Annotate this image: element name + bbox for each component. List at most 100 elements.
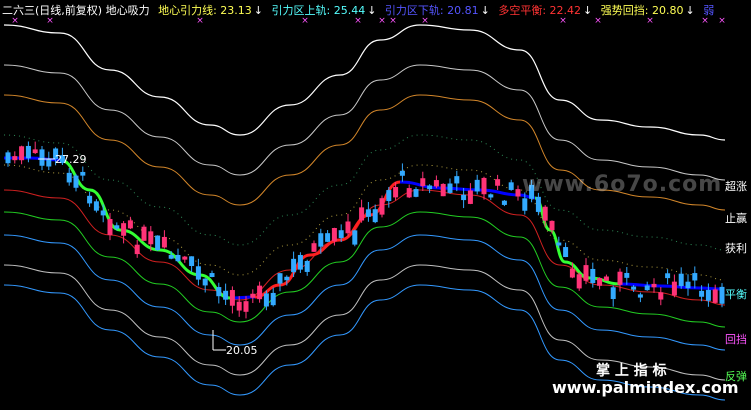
candle-body <box>12 156 18 161</box>
indicator-legend: 二六三(日线,前复权) 地心吸力 地心引力线: 23.13 ↓ 引力区上轨: 25… <box>2 4 719 18</box>
candle-body <box>692 273 698 281</box>
legend-item-lower-band: 引力区下轨: 20.81 ↓ <box>384 4 490 17</box>
candle-body <box>223 290 229 300</box>
candle-body <box>515 189 521 197</box>
candlestick-chart[interactable]: × × × × × × × × × × × × × 27.2920.05 <box>0 0 751 410</box>
candle-body <box>508 182 514 190</box>
candle-body <box>535 196 541 212</box>
candle-body <box>678 273 684 287</box>
candle-body <box>481 177 487 195</box>
candle-body <box>406 188 412 198</box>
candle-body <box>556 242 562 246</box>
band-red <box>3 189 726 306</box>
candle-body <box>569 268 575 278</box>
candle-body <box>671 281 677 296</box>
candle-body <box>243 301 249 312</box>
candle-body <box>161 236 167 248</box>
candle-body <box>93 201 99 211</box>
candle-body <box>665 273 671 279</box>
candle-body <box>311 243 317 252</box>
candle-body <box>699 290 705 297</box>
candle-body <box>25 145 31 159</box>
candle-body <box>576 274 582 289</box>
candle-body <box>229 290 235 306</box>
candle-body <box>189 256 195 266</box>
candle-body <box>277 273 283 284</box>
watermark-url: www.palmindex.com <box>552 378 739 397</box>
candle-body <box>617 271 623 285</box>
band-top-2 <box>3 64 726 181</box>
watermark-top: www.6o7o.com <box>522 172 723 197</box>
candle-body <box>134 244 140 255</box>
candle-body <box>467 190 473 204</box>
candle-body <box>637 294 643 298</box>
candles <box>5 141 725 319</box>
legend-item-pullback: 强势回挡: 20.80 ↓ <box>600 4 695 17</box>
candle-body <box>712 289 718 303</box>
candle-body <box>284 276 290 281</box>
candle-body <box>19 146 25 161</box>
candle-body <box>325 233 331 242</box>
label-profit: 获利 <box>725 242 747 255</box>
candle-body <box>5 152 11 164</box>
candle-body <box>563 247 569 257</box>
label-pullback: 回挡 <box>725 333 747 346</box>
candle-body <box>393 186 399 198</box>
candle-body <box>175 254 181 262</box>
candle-body <box>304 260 310 272</box>
candle-body <box>461 194 467 201</box>
candle-body <box>433 180 439 187</box>
candle-body <box>46 159 52 167</box>
candle-body <box>168 255 174 259</box>
candle-body <box>236 301 242 311</box>
candle-body <box>87 195 93 204</box>
label-balance: 平衡 <box>725 288 747 301</box>
candle-body <box>590 268 596 284</box>
candle-body <box>263 293 269 307</box>
candle-body <box>359 207 365 221</box>
candle-body <box>427 185 433 190</box>
candle-body <box>399 170 405 176</box>
candle-body <box>386 190 392 202</box>
candle-body <box>155 235 161 251</box>
candle-body <box>719 286 725 304</box>
candle-body <box>631 286 637 290</box>
candle-body <box>372 209 378 223</box>
candle-body <box>454 176 460 184</box>
candle-body <box>338 230 344 239</box>
candle-body <box>705 289 711 301</box>
candle-body <box>148 231 154 245</box>
candle-body <box>542 206 548 221</box>
band-blue <box>3 234 726 351</box>
candle-body <box>80 171 86 176</box>
candle-body <box>216 287 222 297</box>
candle-body <box>66 172 72 183</box>
candle-body <box>352 230 358 245</box>
candle-body <box>420 178 426 187</box>
chart-title: 二六三(日线,前复权) 地心吸力 <box>2 4 150 17</box>
high-label: 27.29 <box>55 153 87 166</box>
band-outer-top <box>3 24 726 141</box>
candle-body <box>318 233 324 247</box>
candle-body <box>121 223 127 236</box>
candle-body <box>182 256 188 260</box>
candle-body <box>107 218 113 235</box>
candle-body <box>297 254 303 270</box>
candle-body <box>447 183 453 193</box>
candle-body <box>644 285 650 291</box>
candle-body <box>32 149 38 154</box>
candle-body <box>365 209 371 217</box>
candle-body <box>413 189 419 197</box>
annotations: 27.29 20.05 <box>38 153 258 357</box>
candle-body <box>331 228 337 242</box>
candle-body <box>658 292 664 300</box>
candle-body <box>610 287 616 300</box>
candle-body <box>583 265 589 281</box>
candle-body <box>39 149 45 166</box>
candle-body <box>501 200 507 205</box>
candle-body <box>114 225 120 229</box>
candle-body <box>379 198 385 215</box>
candle-body <box>495 179 501 186</box>
candle-body <box>345 221 351 234</box>
legend-item-balance: 多空平衡: 22.42 ↓ <box>498 4 593 17</box>
